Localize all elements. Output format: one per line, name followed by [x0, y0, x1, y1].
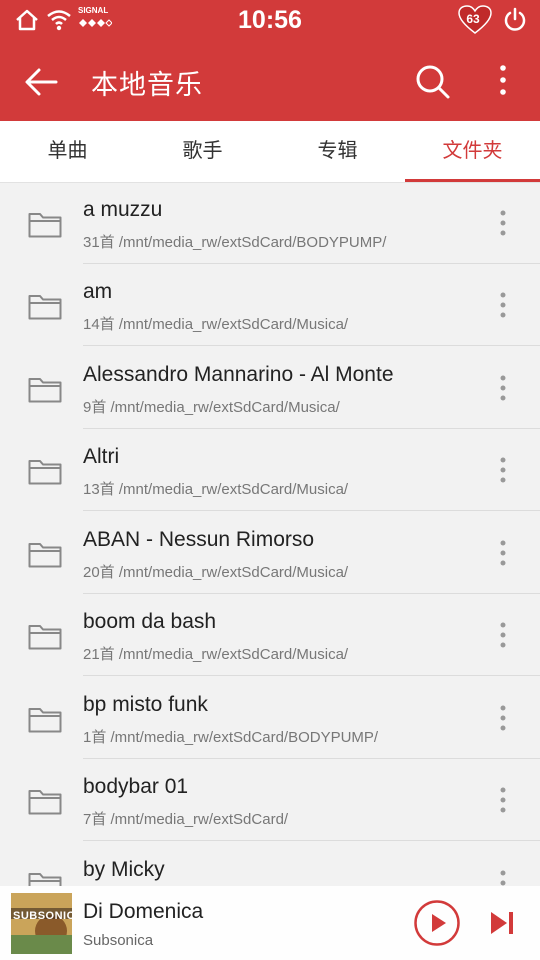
- folder-icon: [28, 378, 62, 403]
- divider: [83, 510, 540, 511]
- power-icon[interactable]: [502, 7, 528, 33]
- battery-heart-icon: 63: [458, 5, 492, 35]
- folder-name: boom da bash: [83, 610, 217, 633]
- folder-name: bodybar 01: [83, 775, 189, 798]
- folder-name: am: [83, 280, 113, 303]
- item-more-icon[interactable]: [492, 371, 514, 405]
- status-bar: SIGNAL 10:56 63: [0, 0, 540, 40]
- folder-detail: 9首 /mnt/media_rw/extSdCard/Musica/: [83, 399, 340, 416]
- next-button[interactable]: [487, 908, 517, 938]
- folder-name: a muzzu: [83, 198, 163, 221]
- list-item[interactable]: Alessandro Mannarino - Al Monte 9首 /mnt/…: [0, 347, 540, 429]
- folder-icon: [28, 873, 62, 886]
- folder-icon: [28, 213, 62, 238]
- folder-name: ABAN - Nessun Rimorso: [83, 528, 315, 551]
- more-options-button[interactable]: [488, 62, 518, 100]
- page-title: 本地音乐: [91, 70, 203, 100]
- list-item[interactable]: bodybar 01 7首 /mnt/media_rw/extSdCard/: [0, 759, 540, 841]
- folder-icon: [28, 295, 62, 320]
- item-more-icon[interactable]: [492, 288, 514, 322]
- divider: [83, 840, 540, 841]
- tab-folders[interactable]: 文件夹: [405, 121, 540, 182]
- item-more-icon[interactable]: [492, 866, 514, 886]
- more-vertical-icon: [500, 65, 506, 95]
- item-more-icon[interactable]: [492, 618, 514, 652]
- now-playing-bar[interactable]: SUBSONICA Di Domenica Subsonica: [0, 886, 540, 960]
- play-button[interactable]: [413, 899, 461, 947]
- item-more-icon[interactable]: [492, 453, 514, 487]
- folder-detail: 1首 /mnt/media_rw/extSdCard/BODYPUMP/: [83, 729, 379, 746]
- list-item[interactable]: a muzzu 31首 /mnt/media_rw/extSdCard/BODY…: [0, 182, 540, 264]
- item-more-icon[interactable]: [492, 701, 514, 735]
- battery-level: 63: [466, 12, 480, 26]
- folder-detail: 21首 /mnt/media_rw/extSdCard/Musica/: [83, 646, 349, 663]
- now-playing-artist: Subsonica: [83, 932, 154, 949]
- folder-icon: [28, 790, 62, 815]
- album-art-text: SUBSONICA: [13, 910, 72, 922]
- folder-list[interactable]: a muzzu 31首 /mnt/media_rw/extSdCard/BODY…: [0, 182, 540, 886]
- divider: [83, 675, 540, 676]
- album-art-image: [11, 893, 72, 954]
- folder-name: bp misto funk: [83, 693, 208, 716]
- item-more-icon[interactable]: [492, 536, 514, 570]
- folder-icon: [28, 460, 62, 485]
- list-item[interactable]: Altri 13首 /mnt/media_rw/extSdCard/Musica…: [0, 429, 540, 511]
- tab-artists[interactable]: 歌手: [135, 121, 270, 182]
- folder-icon: [28, 708, 62, 733]
- list-item[interactable]: by Micky: [0, 842, 540, 886]
- title-bar: 本地音乐: [0, 40, 540, 121]
- folder-detail: 14首 /mnt/media_rw/extSdCard/Musica/: [83, 316, 349, 333]
- tab-songs[interactable]: 单曲: [0, 121, 135, 182]
- list-item[interactable]: boom da bash 21首 /mnt/media_rw/extSdCard…: [0, 594, 540, 676]
- tab-bar: 单曲 歌手 专辑 文件夹: [0, 121, 540, 183]
- play-icon: [414, 900, 460, 946]
- folder-icon: [28, 625, 62, 650]
- search-icon: [416, 65, 450, 99]
- list-item[interactable]: am 14首 /mnt/media_rw/extSdCard/Musica/: [0, 264, 540, 346]
- divider: [83, 345, 540, 346]
- folder-name: Alessandro Mannarino - Al Monte: [83, 363, 394, 386]
- folder-detail: 13首 /mnt/media_rw/extSdCard/Musica/: [83, 481, 349, 498]
- status-icons-right: 63: [458, 5, 528, 35]
- folder-detail: 31首 /mnt/media_rw/extSdCard/BODYPUMP/: [83, 234, 387, 251]
- app-header: SIGNAL 10:56 63 本地音乐: [0, 0, 540, 121]
- list-item[interactable]: bp misto funk 1首 /mnt/media_rw/extSdCard…: [0, 677, 540, 759]
- list-item[interactable]: ABAN - Nessun Rimorso 20首 /mnt/media_rw/…: [0, 512, 540, 594]
- folder-name: by Micky: [83, 858, 165, 881]
- skip-next-icon: [491, 912, 513, 934]
- folder-icon: [28, 543, 62, 568]
- search-button[interactable]: [413, 62, 451, 100]
- folder-detail: 20首 /mnt/media_rw/extSdCard/Musica/: [83, 564, 349, 581]
- folder-detail: 7首 /mnt/media_rw/extSdCard/: [83, 811, 289, 828]
- item-more-icon[interactable]: [492, 783, 514, 817]
- album-art[interactable]: SUBSONICA: [11, 893, 72, 954]
- arrow-left-icon: [25, 68, 58, 96]
- back-button[interactable]: [22, 62, 62, 102]
- item-more-icon[interactable]: [492, 206, 514, 240]
- folder-name: Altri: [83, 445, 120, 468]
- now-playing-title: Di Domenica: [83, 900, 204, 923]
- tab-albums[interactable]: 专辑: [270, 121, 405, 182]
